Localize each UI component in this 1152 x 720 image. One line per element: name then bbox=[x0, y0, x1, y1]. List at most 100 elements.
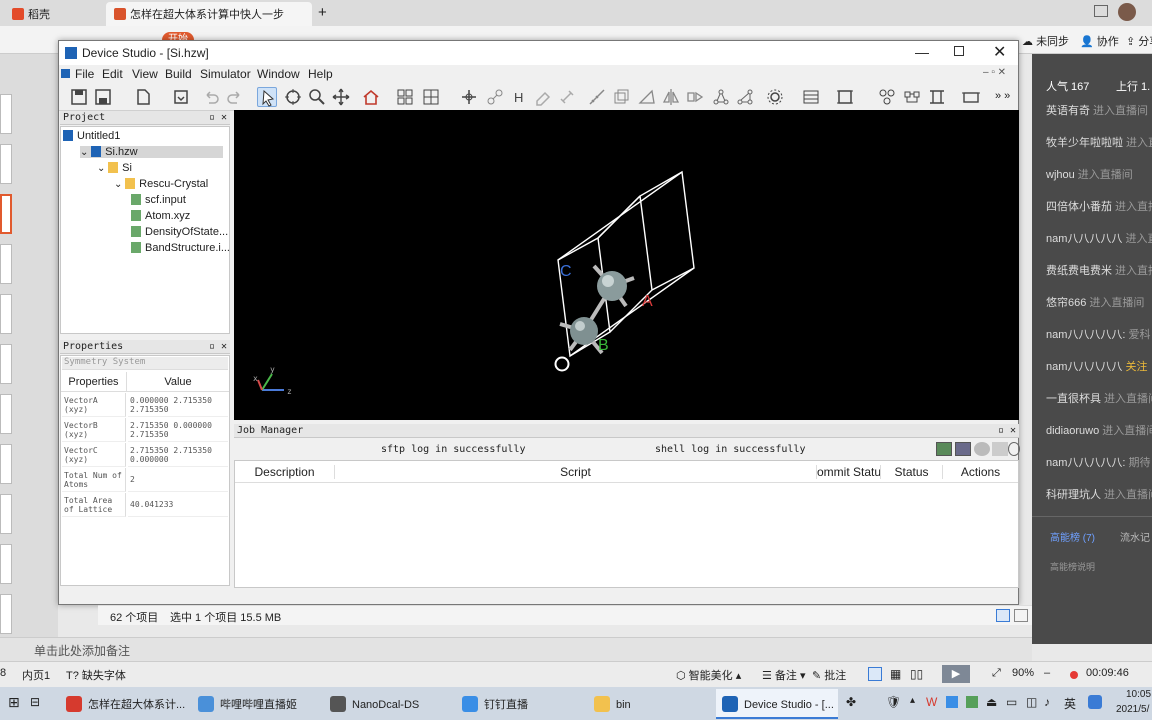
ime-indicator[interactable]: 英 bbox=[1064, 695, 1076, 712]
network-icon[interactable]: ◫ bbox=[1026, 695, 1037, 709]
notes-bar[interactable]: 单击此处添加备注 bbox=[0, 637, 1032, 661]
shield-icon[interactable]: 🛡 bbox=[886, 695, 901, 709]
settings-icon[interactable] bbox=[765, 87, 785, 107]
project-item-2[interactable]: ⌄ Si bbox=[97, 162, 132, 174]
project-item-4[interactable]: scf.input bbox=[131, 194, 186, 206]
panel-close-icon[interactable]: ▫ ✕ bbox=[998, 424, 1016, 438]
view-box-icon[interactable] bbox=[961, 87, 981, 107]
mirror-icon[interactable] bbox=[661, 87, 681, 107]
redo-icon[interactable] bbox=[225, 87, 245, 107]
project-item-7[interactable]: BandStructure.i... bbox=[131, 242, 230, 254]
task-device-studio[interactable]: Device Studio - [... bbox=[716, 689, 838, 719]
erase-icon[interactable] bbox=[533, 87, 553, 107]
col-actions[interactable]: Actions bbox=[943, 465, 1018, 479]
tab-energy-rank[interactable]: 高能榜 (7) bbox=[1050, 529, 1095, 544]
notes-placeholder[interactable]: 单击此处添加备注 bbox=[34, 642, 130, 659]
supercell-icon[interactable] bbox=[801, 87, 821, 107]
fit-window-icon[interactable]: ⤢ bbox=[992, 667, 1001, 680]
volume-icon[interactable]: ♪ bbox=[1044, 695, 1050, 709]
expand-chevron-icon[interactable]: ⌄ bbox=[97, 163, 108, 174]
chat-user[interactable]: nam八八八八八: bbox=[1046, 457, 1125, 469]
project-item-5[interactable]: Atom.xyz bbox=[131, 210, 190, 222]
cleave-icon[interactable] bbox=[637, 87, 657, 107]
chat-user[interactable]: 科研理坑人 bbox=[1046, 489, 1101, 501]
col-commit-status[interactable]: ommit Statu bbox=[817, 465, 881, 479]
save-all-icon[interactable] bbox=[69, 87, 89, 107]
menu-view[interactable]: View bbox=[132, 67, 158, 81]
tray-app-icon[interactable]: ✤ bbox=[846, 695, 856, 709]
molecule-icon[interactable] bbox=[711, 87, 731, 107]
project-item-1[interactable]: ⌄ Si.hzw bbox=[80, 146, 223, 158]
slide-thumb-active[interactable] bbox=[0, 194, 12, 234]
frame-icon[interactable] bbox=[835, 87, 855, 107]
tray-icon[interactable] bbox=[946, 696, 958, 708]
tray-icon[interactable] bbox=[966, 696, 978, 708]
chat-user[interactable]: nam八八八八八 bbox=[1046, 233, 1122, 245]
close-button[interactable]: ✕ bbox=[993, 42, 1006, 62]
chat-user[interactable]: 悠帘666 bbox=[1046, 297, 1086, 309]
chat-user[interactable]: 费纸费电费米 bbox=[1046, 265, 1112, 277]
new-tab-button[interactable]: + bbox=[318, 4, 327, 21]
user-avatar[interactable] bbox=[1118, 3, 1136, 21]
project-item-3[interactable]: ⌄ Rescu-Crystal bbox=[114, 178, 208, 190]
details-view-icon[interactable] bbox=[996, 609, 1010, 622]
tile-view-icon[interactable] bbox=[421, 87, 441, 107]
link-icon[interactable] bbox=[557, 87, 577, 107]
save-icon[interactable] bbox=[93, 87, 113, 107]
browser-tab-daoke[interactable]: 稻壳 bbox=[4, 2, 104, 26]
slide-thumb[interactable] bbox=[0, 344, 12, 384]
maximize-button[interactable] bbox=[954, 46, 964, 56]
cluster-icon[interactable] bbox=[902, 87, 922, 107]
missing-font[interactable]: T? 缺失字体 bbox=[66, 667, 126, 683]
refresh-icon[interactable] bbox=[974, 442, 990, 456]
normal-view-icon[interactable] bbox=[868, 667, 882, 681]
cell-icon[interactable] bbox=[611, 87, 631, 107]
slide-thumb[interactable] bbox=[0, 244, 12, 284]
toolbar-overflow-icon[interactable]: » » bbox=[995, 90, 1010, 102]
si-atom[interactable] bbox=[570, 317, 598, 345]
play-button[interactable]: ▶ bbox=[942, 665, 970, 683]
share-button[interactable]: ⇪ 分享 bbox=[1126, 33, 1152, 49]
import-icon[interactable] bbox=[171, 87, 191, 107]
col-status[interactable]: Status bbox=[881, 465, 943, 479]
transform-icon[interactable] bbox=[685, 87, 705, 107]
chat-user[interactable]: 一直很杯具 bbox=[1046, 393, 1101, 405]
undo-icon[interactable] bbox=[201, 87, 221, 107]
slide-thumb[interactable] bbox=[0, 494, 12, 534]
menu-edit[interactable]: Edit bbox=[102, 67, 123, 81]
slide-thumb[interactable] bbox=[0, 594, 12, 634]
smart-beautify-button[interactable]: ⬡ 智能美化 ▴ bbox=[676, 667, 741, 683]
structure-viewer[interactable]: C A B z y x bbox=[234, 110, 1019, 420]
si-atom[interactable] bbox=[597, 271, 627, 301]
battery-icon[interactable]: ▭ bbox=[1006, 695, 1017, 709]
sorter-view-icon[interactable]: ▦ bbox=[890, 667, 901, 681]
clock-time[interactable]: 10:05 bbox=[1126, 689, 1151, 700]
zoom-icon[interactable] bbox=[307, 87, 327, 107]
menu-window[interactable]: Window bbox=[257, 67, 300, 81]
network-icon[interactable] bbox=[877, 87, 897, 107]
chat-user[interactable]: wjhou bbox=[1046, 169, 1075, 181]
window-tile-icon[interactable] bbox=[1094, 5, 1108, 17]
usb-icon[interactable]: ⏏ bbox=[986, 695, 997, 709]
chat-user[interactable]: 四倍体小番茄 bbox=[1046, 201, 1112, 213]
clock-date[interactable]: 2021/5/ bbox=[1116, 704, 1149, 715]
slide-thumb[interactable] bbox=[0, 544, 12, 584]
sync-icon[interactable] bbox=[1008, 442, 1020, 456]
chat-user[interactable]: 牧羊少年啦啦啦 bbox=[1046, 137, 1123, 149]
new-file-icon[interactable] bbox=[133, 87, 153, 107]
slide-thumb[interactable] bbox=[0, 444, 12, 484]
tray-chevron-icon[interactable]: ▴ bbox=[910, 695, 915, 706]
task-dingtalk[interactable]: 钉钉直播 bbox=[456, 689, 582, 719]
structure-icon[interactable] bbox=[735, 87, 755, 107]
task-wps[interactable]: 怎样在超大体系计... bbox=[60, 689, 186, 719]
slide-thumb[interactable] bbox=[0, 94, 12, 134]
remark-button[interactable]: ☰ 备注 ▾ bbox=[762, 667, 806, 683]
server-config-icon[interactable] bbox=[955, 442, 971, 456]
hydrogen-icon[interactable]: H bbox=[509, 87, 529, 107]
slide-thumb[interactable] bbox=[0, 144, 12, 184]
home-view-icon[interactable] bbox=[361, 87, 381, 107]
chat-user[interactable]: nam八八八八八 bbox=[1046, 361, 1122, 373]
chat-user[interactable]: 英语有奇 bbox=[1046, 105, 1090, 117]
select-icon[interactable] bbox=[257, 87, 277, 107]
slide-thumb[interactable] bbox=[0, 294, 12, 334]
